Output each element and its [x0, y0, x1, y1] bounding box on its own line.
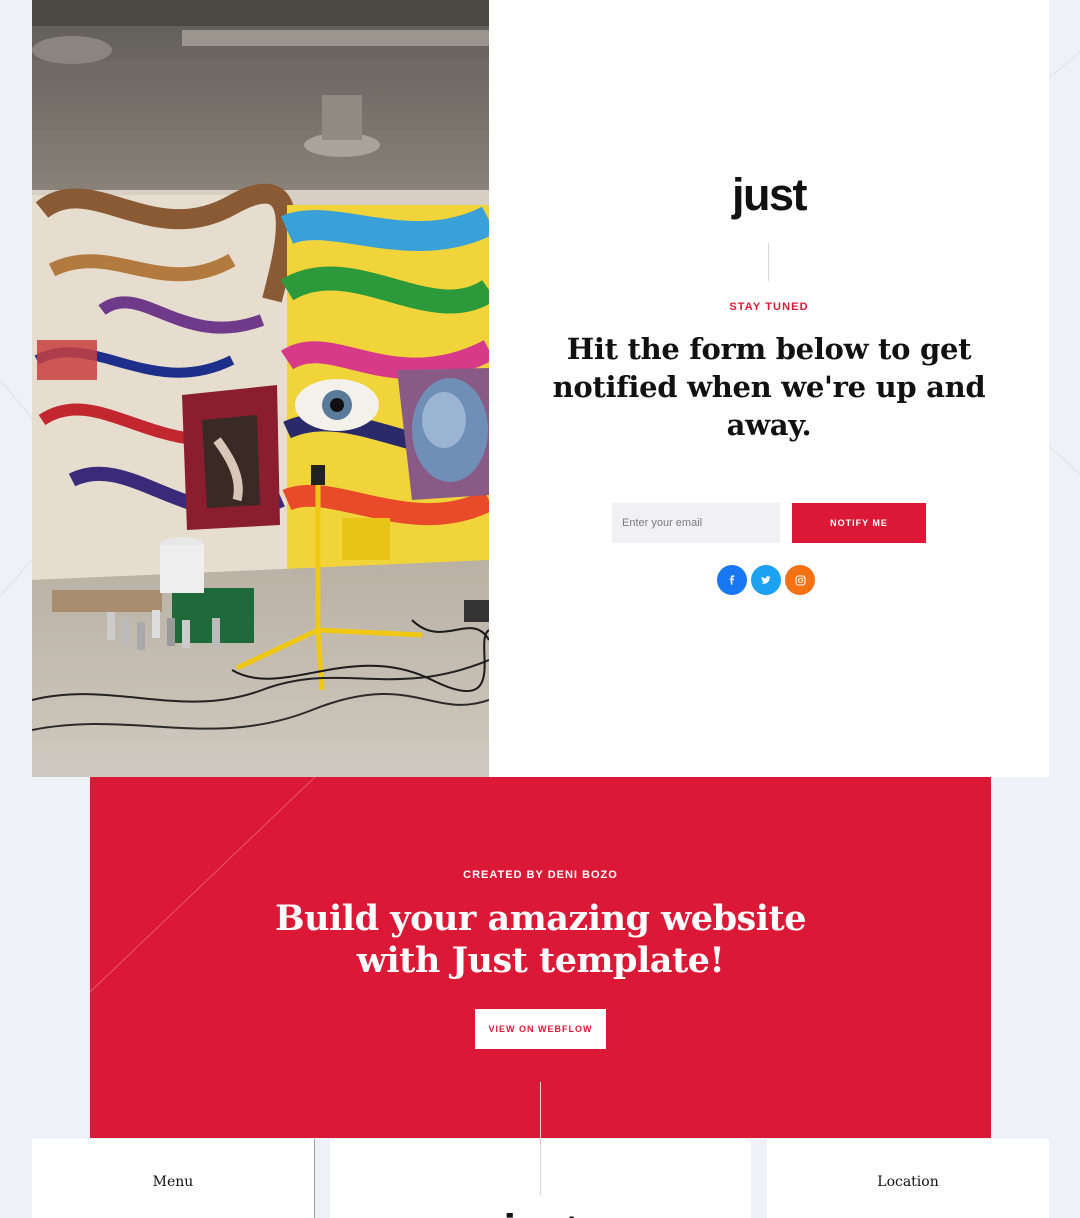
twitter-link[interactable] [751, 565, 781, 595]
footer-menu-title: Menu [152, 1174, 194, 1190]
instagram-link[interactable] [785, 565, 815, 595]
footer-logo[interactable]: just [330, 1208, 751, 1218]
view-on-webflow-button[interactable]: VIEW ON WEBFLOW [475, 1009, 606, 1049]
instagram-icon [794, 574, 806, 586]
stay-tuned-eyebrow: STAY TUNED [729, 301, 809, 313]
hero-image [32, 0, 489, 777]
hero-content: just STAY TUNED Hit the form below to ge… [489, 0, 1049, 777]
footer-menu-card: Menu [32, 1139, 314, 1218]
created-by-eyebrow: CREATED BY DENI BOZO [463, 869, 618, 881]
footer-location-card: Location [767, 1139, 1049, 1218]
social-links [717, 565, 821, 595]
notify-me-button[interactable]: NOTIFY ME [792, 503, 926, 543]
logo-divider [768, 243, 769, 281]
footer-center-divider [540, 1139, 541, 1195]
hero-heading: Hit the form below to get notified when … [552, 332, 986, 442]
twitter-icon [761, 576, 771, 584]
hero-section: just STAY TUNED Hit the form below to ge… [32, 0, 1049, 777]
graffiti-studio-illustration [32, 0, 489, 777]
logo[interactable]: just [489, 172, 1049, 217]
notify-form: NOTIFY ME [612, 503, 926, 543]
cta-banner: CREATED BY DENI BOZO Build your amazing … [90, 777, 991, 1138]
facebook-link[interactable] [717, 565, 747, 595]
footer-left-divider [314, 1139, 315, 1218]
banner-heading: Build your amazing website with Just tem… [274, 898, 807, 981]
facebook-icon [729, 575, 735, 585]
email-input[interactable] [612, 503, 780, 543]
banner-divider [540, 1082, 541, 1138]
footer-location-title: Location [877, 1174, 939, 1190]
